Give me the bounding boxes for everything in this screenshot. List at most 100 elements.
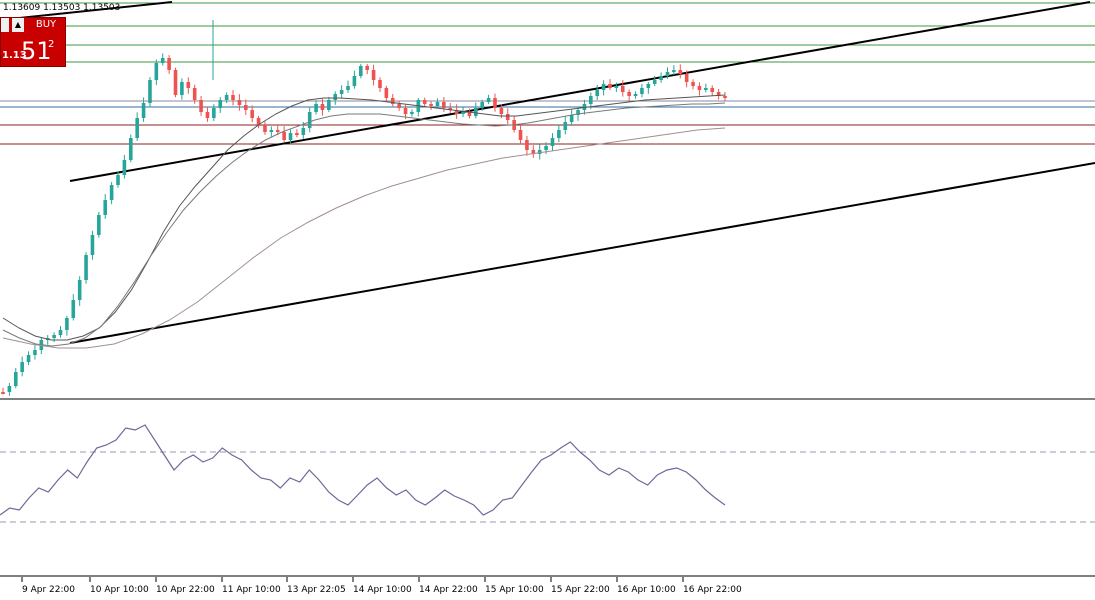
candle-body	[474, 108, 478, 116]
candle-body	[243, 105, 248, 110]
candle-body	[493, 98, 497, 108]
candle-body	[167, 58, 171, 70]
candle-body	[122, 160, 127, 175]
x-axis-tick-label: 16 Apr 22:00	[683, 585, 742, 595]
x-axis-tick-label: 11 Apr 10:00	[222, 585, 281, 595]
candle-body	[595, 90, 600, 96]
candle-body	[659, 76, 663, 80]
x-axis-tick-label: 14 Apr 22:00	[419, 585, 478, 595]
candle-body	[678, 70, 683, 74]
x-axis-tick-label: 10 Apr 10:00	[90, 585, 149, 595]
candle-body	[691, 82, 695, 86]
candle-body	[563, 122, 568, 130]
candle-body	[320, 104, 325, 110]
candle-body	[237, 100, 242, 105]
candle-body	[646, 84, 651, 88]
candle-body	[410, 112, 414, 114]
candle-body	[218, 100, 223, 108]
sell-button[interactable]	[1, 18, 9, 32]
candle-body	[537, 150, 542, 154]
candle-body	[97, 215, 101, 235]
candle-body	[359, 66, 363, 76]
candle-body	[627, 92, 631, 96]
x-axis-tick-label: 15 Apr 10:00	[485, 585, 544, 595]
one-click-trade-panel[interactable]: ▲ BUY 1.13 51 2	[0, 17, 66, 67]
candle-body	[103, 200, 108, 215]
candle-body	[282, 132, 286, 140]
price-pane	[0, 1, 1095, 396]
x-axis-tick-label: 14 Apr 10:00	[353, 585, 412, 595]
x-axis-tick-label: 10 Apr 22:00	[156, 585, 215, 595]
candle-body	[295, 133, 299, 135]
candle-body	[77, 280, 82, 300]
candle-body	[192, 88, 197, 100]
candle-body	[480, 102, 485, 108]
candle-body	[154, 63, 159, 80]
candle-body	[710, 88, 715, 92]
candle-body	[58, 330, 63, 335]
candle-body	[269, 130, 274, 132]
candle-body	[71, 300, 76, 318]
candle-body	[352, 76, 357, 86]
candle-body	[186, 82, 191, 88]
candle-body	[160, 58, 165, 63]
candle-body	[569, 115, 574, 122]
candle-body	[665, 72, 670, 76]
moving-average-line	[2, 127, 726, 349]
candle-body	[173, 70, 178, 95]
candle-body	[52, 335, 56, 338]
candle-body	[109, 185, 114, 200]
candle-body	[1, 392, 5, 394]
price-superscript: 2	[48, 39, 55, 50]
candle-body	[684, 74, 689, 82]
candle-body	[704, 88, 708, 90]
candle-body	[403, 108, 408, 114]
candle-body	[333, 94, 338, 100]
trendline-upper	[69, 1, 1091, 182]
candle-body	[84, 255, 88, 280]
candle-body	[557, 130, 561, 138]
candle-body	[672, 70, 676, 72]
candle-body	[212, 108, 216, 118]
candle-body	[365, 66, 369, 70]
candle-body	[314, 104, 318, 112]
candle-body	[205, 112, 210, 118]
candle-body	[231, 95, 235, 100]
candle-body	[128, 138, 133, 160]
candle-body	[339, 90, 344, 94]
buy-button[interactable]: BUY	[27, 18, 65, 32]
dropdown-arrow-icon[interactable]: ▲	[12, 18, 24, 32]
candle-body	[288, 133, 293, 140]
candle-body	[384, 88, 389, 98]
candle-body	[116, 175, 120, 185]
candle-body	[371, 70, 376, 80]
candle-body	[26, 355, 31, 362]
rsi-pane	[0, 424, 1095, 523]
candle-body	[525, 140, 529, 150]
x-axis-tick-label: 9 Apr 22:00	[22, 585, 75, 595]
candle-body	[422, 100, 427, 104]
moving-average-line	[2, 102, 726, 347]
candle-body	[601, 84, 606, 90]
candle-body	[135, 118, 139, 138]
chart-canvas	[0, 1, 1095, 582]
candle-body	[263, 125, 267, 132]
x-axis-tick-label: 13 Apr 22:05	[287, 585, 346, 595]
candle-body	[429, 104, 433, 106]
price-main: 51	[21, 37, 52, 65]
candle-body	[275, 130, 280, 132]
candle-body	[7, 386, 12, 392]
candle-body	[640, 88, 644, 94]
candle-body	[148, 80, 152, 103]
candle-body	[505, 114, 510, 120]
x-axis-tick-label: 15 Apr 22:00	[551, 585, 610, 595]
candle-body	[307, 112, 312, 128]
candle-body	[697, 86, 702, 90]
candle-body	[65, 318, 69, 330]
candle-body	[141, 103, 146, 118]
candle-body	[397, 104, 401, 108]
candle-body	[378, 80, 382, 88]
moving-average-line	[2, 94, 726, 341]
candle-body	[652, 80, 657, 84]
candle-body	[633, 94, 638, 96]
